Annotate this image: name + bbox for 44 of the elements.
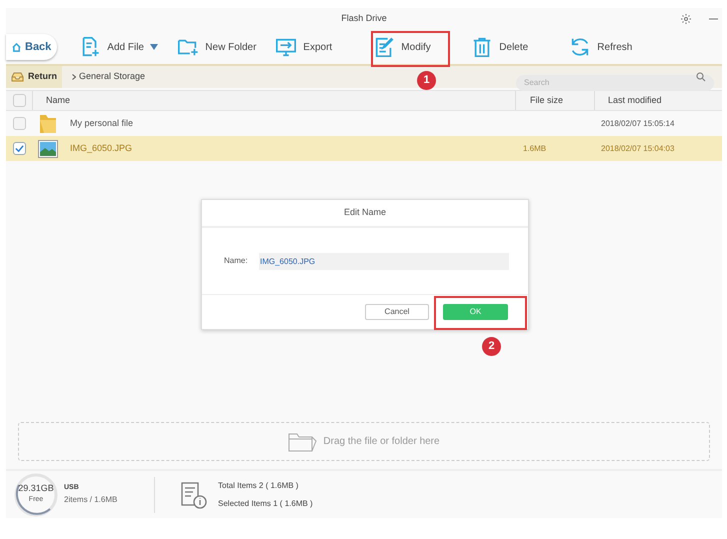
toolbar-button[interactable]: New Folder [171,30,270,64]
dialog-title: Edit Name [344,206,386,220]
search-icon [696,72,706,82]
home-icon [12,42,21,52]
document-info-icon [180,480,208,508]
device-info: 2items / 1.6MB [64,494,118,506]
trash-icon [471,36,494,58]
file-name: IMG_6050.JPG [70,142,132,155]
selected-items: Selected Items 1 ( 1.6MB ) [218,498,313,510]
edit-icon [373,36,396,58]
name-field[interactable]: IMG_6050.JPG [259,252,509,270]
toolbar-button[interactable]: Modify [367,30,466,64]
modified-date: 2018/02/07 15:05:14 [601,118,674,128]
window-title: Flash Drive [341,12,387,26]
tray-icon [11,72,24,82]
monitor-arrow-icon [275,36,298,58]
minimize-icon[interactable] [709,18,718,20]
checkbox[interactable] [12,117,26,130]
image-icon [38,140,58,158]
toolbar-button[interactable]: Delete [465,30,564,64]
back-button[interactable]: Back [6,34,58,60]
folder-icon [38,112,58,134]
free-space: 29.31GB [18,484,54,493]
column-header: File size [530,94,564,107]
toolbar-button[interactable]: Add File [73,30,172,64]
checkbox[interactable] [12,142,26,155]
column-header: Name [46,94,70,107]
search-field[interactable]: Search [516,74,714,90]
file-name: My personal file [70,116,134,130]
modified-date: 2018/02/07 15:04:03 [601,144,674,152]
toolbar-button[interactable]: Export [269,30,368,64]
cancel-button[interactable]: Cancel [365,304,429,320]
settings-icon[interactable] [680,13,692,25]
chevron-right-icon [72,74,76,80]
file-size: 1.6MB [523,144,546,152]
return-button[interactable]: Return [6,66,62,88]
total-items: Total Items 2 ( 1.6MB ) [218,480,300,492]
storage-ring [14,472,58,516]
breadcrumb-path[interactable]: General Storage [79,70,146,84]
toolbar-button[interactable]: Refresh [563,30,662,64]
column-header: Last modified [608,94,662,107]
checkbox[interactable] [12,94,26,107]
field-label: Name: [224,255,249,267]
folder-icon [288,432,318,452]
